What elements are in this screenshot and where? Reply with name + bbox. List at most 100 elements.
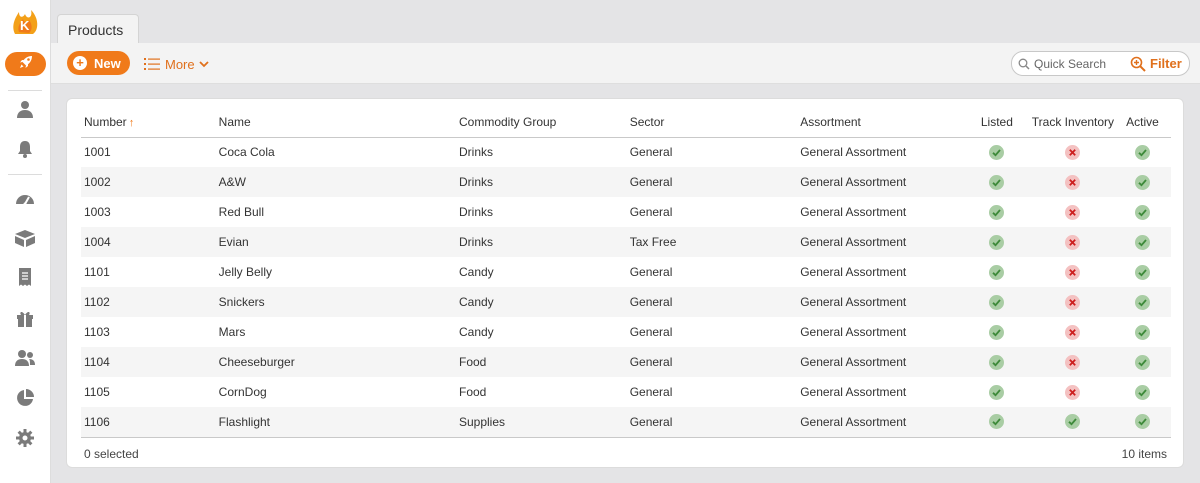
commodity-group-cell: Drinks — [455, 227, 627, 257]
name-cell: CornDog — [218, 385, 267, 399]
check-icon — [1135, 414, 1151, 430]
boxes-icon[interactable] — [14, 227, 36, 249]
table-row[interactable]: 1102 Snickers Candy General General Assortme… — [81, 287, 1171, 317]
sector-cell: General — [629, 265, 673, 279]
table-row[interactable]: 1002 A&W Drinks General General Assortment — [81, 167, 1171, 197]
commodity-group-cell: Candy — [458, 325, 494, 339]
track-inventory-cell — [1032, 317, 1114, 347]
number-cell: 1101 — [84, 265, 110, 279]
track-inventory-cell — [1031, 167, 1115, 197]
check-icon — [1065, 414, 1081, 430]
commodity-group-cell: Drinks — [455, 167, 627, 197]
cross-icon — [1065, 294, 1081, 310]
filter-search-icon — [1130, 56, 1146, 72]
commodity-group-cell: Drinks — [458, 145, 493, 160]
sector-cell: General — [629, 385, 673, 399]
receipt-icon[interactable] — [14, 266, 36, 288]
active-cell — [1114, 287, 1171, 317]
filter-button[interactable]: Filter — [1122, 51, 1190, 76]
column-header-active[interactable]: Active — [1114, 107, 1171, 138]
table-row[interactable]: 1106 Flashlight Supplies General General Ass… — [81, 407, 1171, 438]
check-icon — [989, 144, 1005, 160]
assortment-cell: General Assortment — [797, 167, 962, 197]
tab-products[interactable]: Products — [57, 14, 139, 44]
commodity-group-cell: Food — [455, 347, 627, 377]
rocket-icon — [18, 54, 34, 75]
column-header-commodity-group[interactable]: Commodity Group — [455, 107, 627, 138]
active-cell — [1114, 197, 1171, 227]
bell-icon[interactable] — [14, 138, 36, 160]
listed-cell — [961, 167, 1032, 197]
check-icon — [989, 354, 1005, 370]
sidebar-divider — [8, 174, 42, 175]
track-inventory-cell — [1032, 377, 1114, 407]
active-cell — [1114, 347, 1171, 377]
cross-icon — [1065, 174, 1081, 190]
table-row[interactable]: 1101 Jelly Belly Candy General General Assor… — [81, 257, 1171, 287]
column-header-track-inventory[interactable]: Track Inventory — [1031, 107, 1115, 138]
assortment-cell: General Assortment — [797, 227, 962, 257]
toolbar: + New More Quick Search Filter — [51, 43, 1200, 84]
column-header-number[interactable]: Number ↑ — [81, 107, 216, 138]
table-row[interactable]: 1105 CornDog Food General General Assortment — [81, 377, 1171, 407]
listed-cell — [962, 257, 1032, 287]
check-icon — [989, 234, 1005, 250]
assortment-cell: General Assortment — [800, 265, 907, 279]
active-cell — [1114, 317, 1171, 347]
check-icon — [1135, 174, 1151, 190]
cross-icon — [1065, 264, 1081, 280]
pie-chart-icon[interactable] — [14, 387, 36, 409]
users-icon[interactable] — [14, 347, 36, 369]
name-cell: Flashlight — [215, 407, 456, 438]
commodity-group-cell: Food — [458, 385, 487, 399]
table-row[interactable]: 1103 Mars Candy General General Assortment — [81, 317, 1171, 347]
products-panel: Number ↑ Name Commodity Group Sector Asso… — [66, 98, 1184, 468]
list-icon — [144, 57, 160, 71]
name-cell: Coca Cola — [218, 145, 275, 160]
number-cell: 1105 — [84, 385, 110, 399]
svg-text:K: K — [20, 18, 30, 33]
check-icon — [1135, 204, 1151, 220]
track-inventory-cell — [1032, 257, 1114, 287]
sector-cell: General — [626, 167, 798, 197]
sector-cell: General — [626, 287, 798, 317]
sidebar: K — [0, 0, 51, 483]
track-inventory-cell — [1031, 227, 1115, 257]
active-cell — [1114, 407, 1171, 438]
track-inventory-cell — [1031, 407, 1115, 438]
column-header-assortment[interactable]: Assortment — [797, 107, 962, 138]
table-row[interactable]: 1104 Cheeseburger Food General General Assor… — [81, 347, 1171, 377]
item-count: 10 items — [1121, 447, 1167, 461]
tab-strip: Products — [51, 0, 1200, 44]
track-inventory-cell — [1032, 197, 1114, 227]
assortment-cell: General Assortment — [797, 407, 962, 438]
listed-cell — [961, 347, 1032, 377]
column-header-sector[interactable]: Sector — [626, 107, 798, 138]
check-icon — [989, 384, 1005, 400]
assortment-cell: General Assortment — [800, 385, 907, 399]
number-cell: 1102 — [81, 287, 216, 317]
launch-button[interactable] — [5, 52, 46, 76]
table-row[interactable]: 1001 Coca Cola Drinks General General Assort… — [81, 137, 1171, 167]
column-header-name[interactable]: Name — [215, 107, 456, 138]
new-button[interactable]: + New — [67, 51, 130, 75]
number-cell: 1003 — [84, 205, 111, 219]
cross-icon — [1065, 324, 1081, 340]
assortment-cell: General Assortment — [797, 347, 962, 377]
chevron-down-icon — [198, 60, 209, 68]
user-icon[interactable] — [14, 98, 36, 120]
table-row[interactable]: 1003 Red Bull Drinks General General Assortm… — [81, 197, 1171, 227]
number-cell: 1103 — [84, 325, 110, 339]
table-row[interactable]: 1004 Evian Drinks Tax Free General Assortmen… — [81, 227, 1171, 257]
assortment-cell: General Assortment — [800, 145, 907, 160]
table-header-row: Number ↑ Name Commodity Group Sector Asso… — [81, 107, 1171, 138]
gear-icon[interactable] — [14, 427, 36, 449]
dashboard-icon[interactable] — [14, 188, 36, 210]
logo-icon[interactable]: K — [9, 6, 41, 38]
name-cell: Cheeseburger — [215, 347, 456, 377]
gift-icon[interactable] — [14, 307, 36, 329]
column-header-listed[interactable]: Listed — [961, 107, 1032, 138]
more-menu-button[interactable]: More — [144, 54, 209, 74]
cross-icon — [1065, 144, 1081, 160]
quick-search-input[interactable]: Quick Search — [1011, 51, 1123, 76]
